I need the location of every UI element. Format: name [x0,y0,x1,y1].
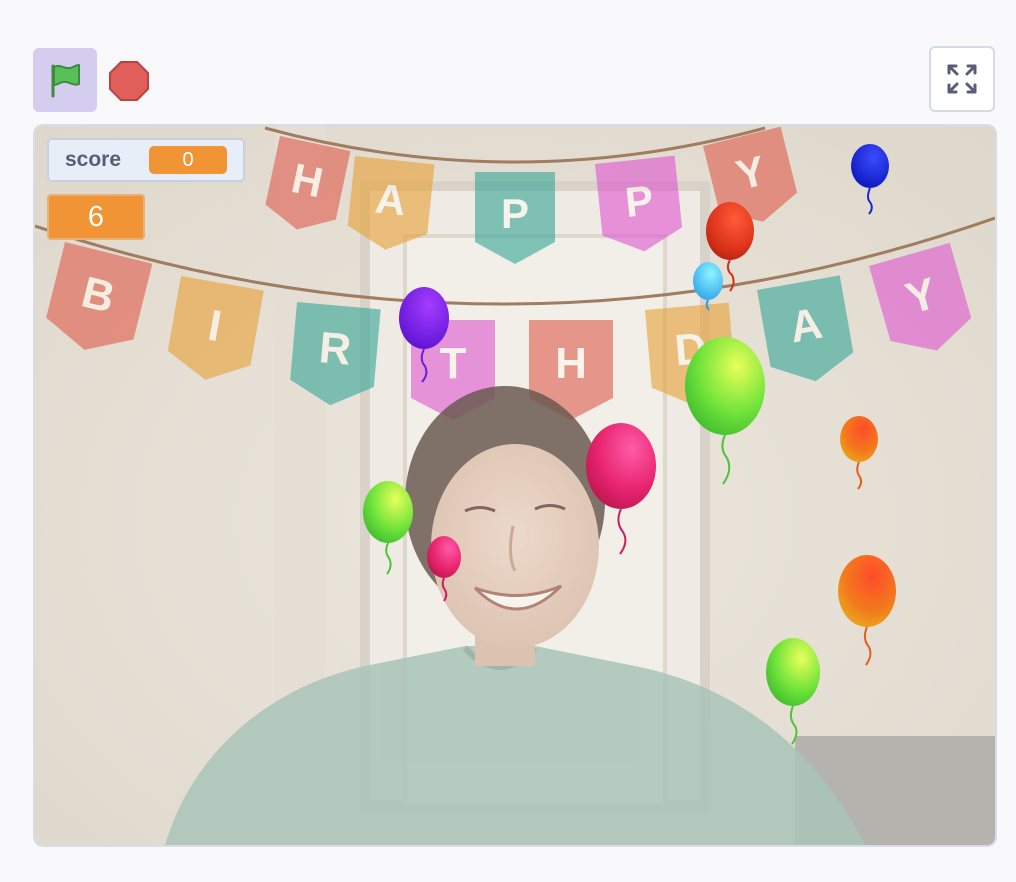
large-readout-value: 6 [87,200,105,233]
stop-sign-icon [109,61,149,101]
banner-letter: H [555,339,587,388]
stop-button[interactable] [106,58,152,104]
score-monitor-value: 0 [149,146,227,174]
banner-letter: T [440,339,467,388]
fullscreen-expand-icon [947,64,977,94]
score-monitor-label: score [65,148,122,171]
fullscreen-button[interactable] [929,46,995,112]
large-readout-monitor[interactable]: 6 [47,194,145,240]
green-flag-icon [51,64,80,98]
stage[interactable]: H A P P Y B I R T H D A Y score 0 6 [33,124,997,847]
stage-scene: H A P P Y B I R T H D A Y [35,126,995,845]
banner-letter: R [317,323,353,375]
banner-letter: P [623,176,656,226]
banner-letter: A [373,175,408,225]
banner-letter: P [501,190,529,237]
score-monitor[interactable]: score 0 [47,138,245,182]
green-flag-button[interactable] [33,48,97,112]
